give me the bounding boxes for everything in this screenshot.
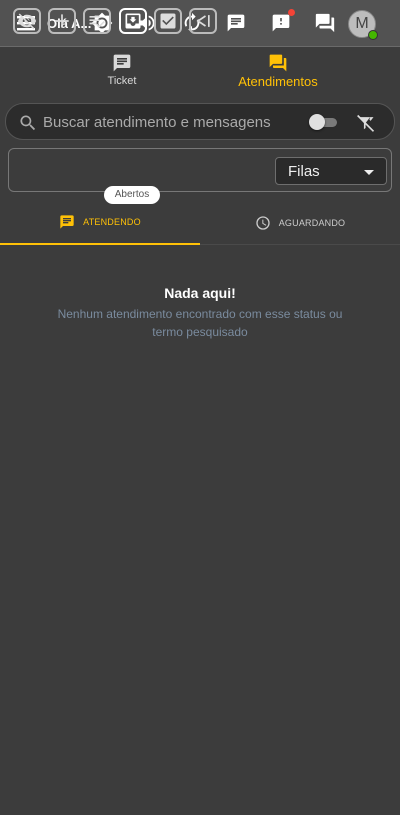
filter-off-icon[interactable] [356, 113, 376, 133]
status-tabs: ATENDENDO AGUARDANDO [0, 200, 400, 245]
search-bar [5, 103, 395, 140]
tab-atendimentos[interactable]: Atendimentos [178, 48, 378, 98]
forum-icon[interactable] [314, 12, 336, 34]
closed-tickets-button[interactable] [154, 8, 182, 34]
search-input[interactable] [43, 110, 283, 134]
empty-state: Nada aqui! Nenhum atendimento encontrado… [0, 285, 400, 341]
notification-dot [288, 9, 295, 16]
queue-select[interactable]: Filas [275, 157, 387, 185]
tab-aguardando-label: AGUARDANDO [278, 217, 346, 228]
show-all-toggle[interactable] [309, 113, 339, 131]
groups-tickets-button[interactable] [189, 8, 217, 34]
chevron-down-icon [364, 170, 374, 175]
playlist-check-icon [89, 16, 105, 28]
plus-icon [55, 14, 69, 28]
empty-state-title: Nada aqui! [164, 285, 236, 301]
send-back-icon [196, 15, 210, 27]
tab-atendendo[interactable]: ATENDENDO [0, 200, 200, 245]
online-status-badge [368, 30, 378, 40]
hide-tickets-button[interactable] [13, 8, 41, 34]
search-icon [20, 115, 36, 131]
move-to-inbox-icon [125, 13, 141, 29]
open-tickets-button[interactable] [119, 8, 147, 34]
main-tabs: Ticket Atendimentos [0, 48, 400, 98]
message-icon [60, 214, 74, 229]
tab-atendendo-label: ATENDENDO [83, 216, 141, 227]
queue-select-value: Filas [288, 163, 320, 180]
forum-icon [269, 54, 287, 72]
empty-state-message: Nenhum atendimento encontrado com esse s… [57, 307, 343, 339]
clock-icon [256, 215, 270, 230]
check-box-icon [160, 13, 176, 29]
tab-aguardando[interactable]: AGUARDANDO [200, 200, 400, 245]
toggle-knob [309, 114, 325, 130]
eye-off-icon [17, 13, 37, 30]
tab-atendimentos-label: Atendimentos [238, 74, 318, 89]
chat-bubble-icon [113, 54, 131, 72]
message-icon[interactable] [225, 12, 247, 34]
new-ticket-button[interactable] [48, 8, 76, 34]
select-tickets-button[interactable] [83, 8, 111, 34]
